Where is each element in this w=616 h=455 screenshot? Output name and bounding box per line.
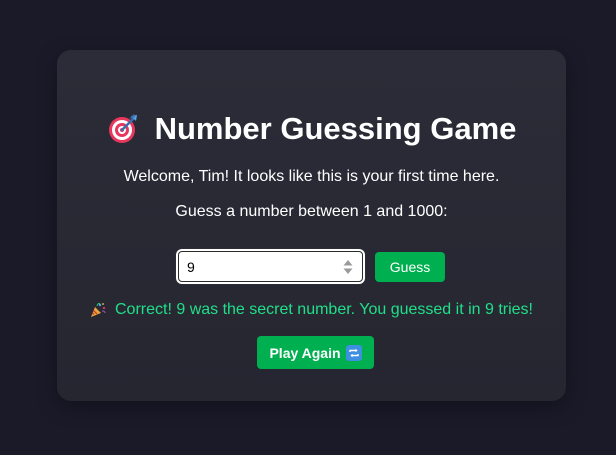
result-row: Correct! 9 was the secret number. You gu…: [57, 300, 566, 320]
game-card: Number Guessing Game Welcome, Tim! It lo…: [57, 50, 566, 401]
repeat-icon: [345, 344, 362, 361]
guess-input-container: [176, 249, 365, 284]
target-icon: [108, 114, 137, 143]
guess-input[interactable]: [178, 251, 363, 282]
guess-button[interactable]: Guess: [375, 252, 445, 282]
party-popper-icon: [91, 302, 106, 317]
page-title: Number Guessing Game: [154, 111, 517, 146]
result-message: Correct! 9 was the secret number. You gu…: [115, 301, 533, 318]
play-again-label: Play Again: [269, 344, 341, 361]
number-stepper-icon[interactable]: [343, 259, 353, 275]
welcome-message: Welcome, Tim! It looks like this is your…: [123, 168, 500, 185]
instruction-text: Guess a number between 1 and 1000:: [175, 203, 448, 220]
title-row: Number Guessing Game: [57, 112, 566, 146]
play-again-button[interactable]: Play Again: [257, 336, 374, 369]
